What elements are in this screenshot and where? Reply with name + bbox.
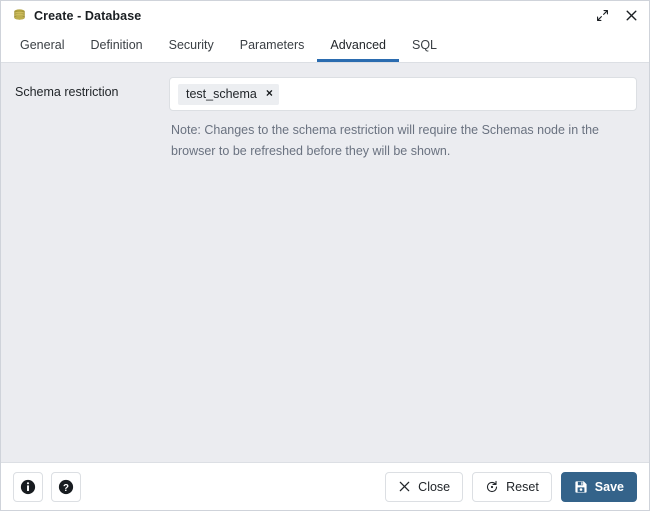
schema-restriction-label: Schema restriction: [15, 85, 119, 99]
help-icon: ?: [58, 479, 74, 495]
advanced-tab-panel: Schema restriction test_schema × Note: C…: [1, 63, 649, 462]
close-button-label: Close: [418, 479, 451, 494]
schema-chip[interactable]: test_schema ×: [178, 83, 279, 105]
info-button[interactable]: [13, 471, 43, 502]
save-icon: [574, 480, 588, 494]
tab-general[interactable]: General: [7, 30, 77, 62]
tab-bar: General Definition Security Parameters A…: [1, 30, 649, 63]
tab-sql[interactable]: SQL: [399, 30, 450, 62]
info-icon: [20, 479, 36, 495]
dialog-footer: ? Close Reset Save: [1, 462, 649, 510]
title-bar: Create - Database: [1, 1, 649, 30]
save-button-label: Save: [594, 479, 624, 494]
close-x-icon: [398, 480, 411, 493]
reset-button-label: Reset: [506, 479, 539, 494]
schema-restriction-field: Schema restriction test_schema × Note: C…: [15, 77, 637, 162]
footer-left-actions: ?: [13, 471, 81, 502]
schema-chip-label: test_schema: [186, 86, 257, 101]
footer-right-actions: Close Reset Save: [385, 471, 637, 502]
close-icon[interactable]: [624, 8, 639, 23]
title-bar-left: Create - Database: [12, 8, 595, 23]
schema-restriction-input[interactable]: test_schema ×: [169, 77, 637, 111]
save-button[interactable]: Save: [560, 471, 637, 502]
title-bar-controls: [595, 8, 639, 23]
tab-security[interactable]: Security: [156, 30, 227, 62]
database-icon: [12, 8, 27, 23]
reset-button[interactable]: Reset: [472, 471, 552, 502]
tab-definition[interactable]: Definition: [77, 30, 155, 62]
svg-text:?: ?: [63, 482, 69, 493]
close-button[interactable]: Close: [385, 471, 464, 502]
help-button[interactable]: ?: [51, 471, 81, 502]
tab-advanced[interactable]: Advanced: [317, 30, 399, 62]
window-title: Create - Database: [34, 8, 142, 23]
tab-parameters[interactable]: Parameters: [227, 30, 318, 62]
maximize-icon[interactable]: [595, 8, 610, 23]
create-database-dialog: Create - Database General Definition Sec…: [0, 0, 650, 511]
reset-icon: [485, 480, 499, 494]
chip-remove-icon[interactable]: ×: [266, 87, 273, 100]
schema-restriction-note: Note: Changes to the schema restriction …: [171, 123, 600, 158]
schema-restriction-control: test_schema × Note: Changes to the schem…: [169, 77, 637, 162]
